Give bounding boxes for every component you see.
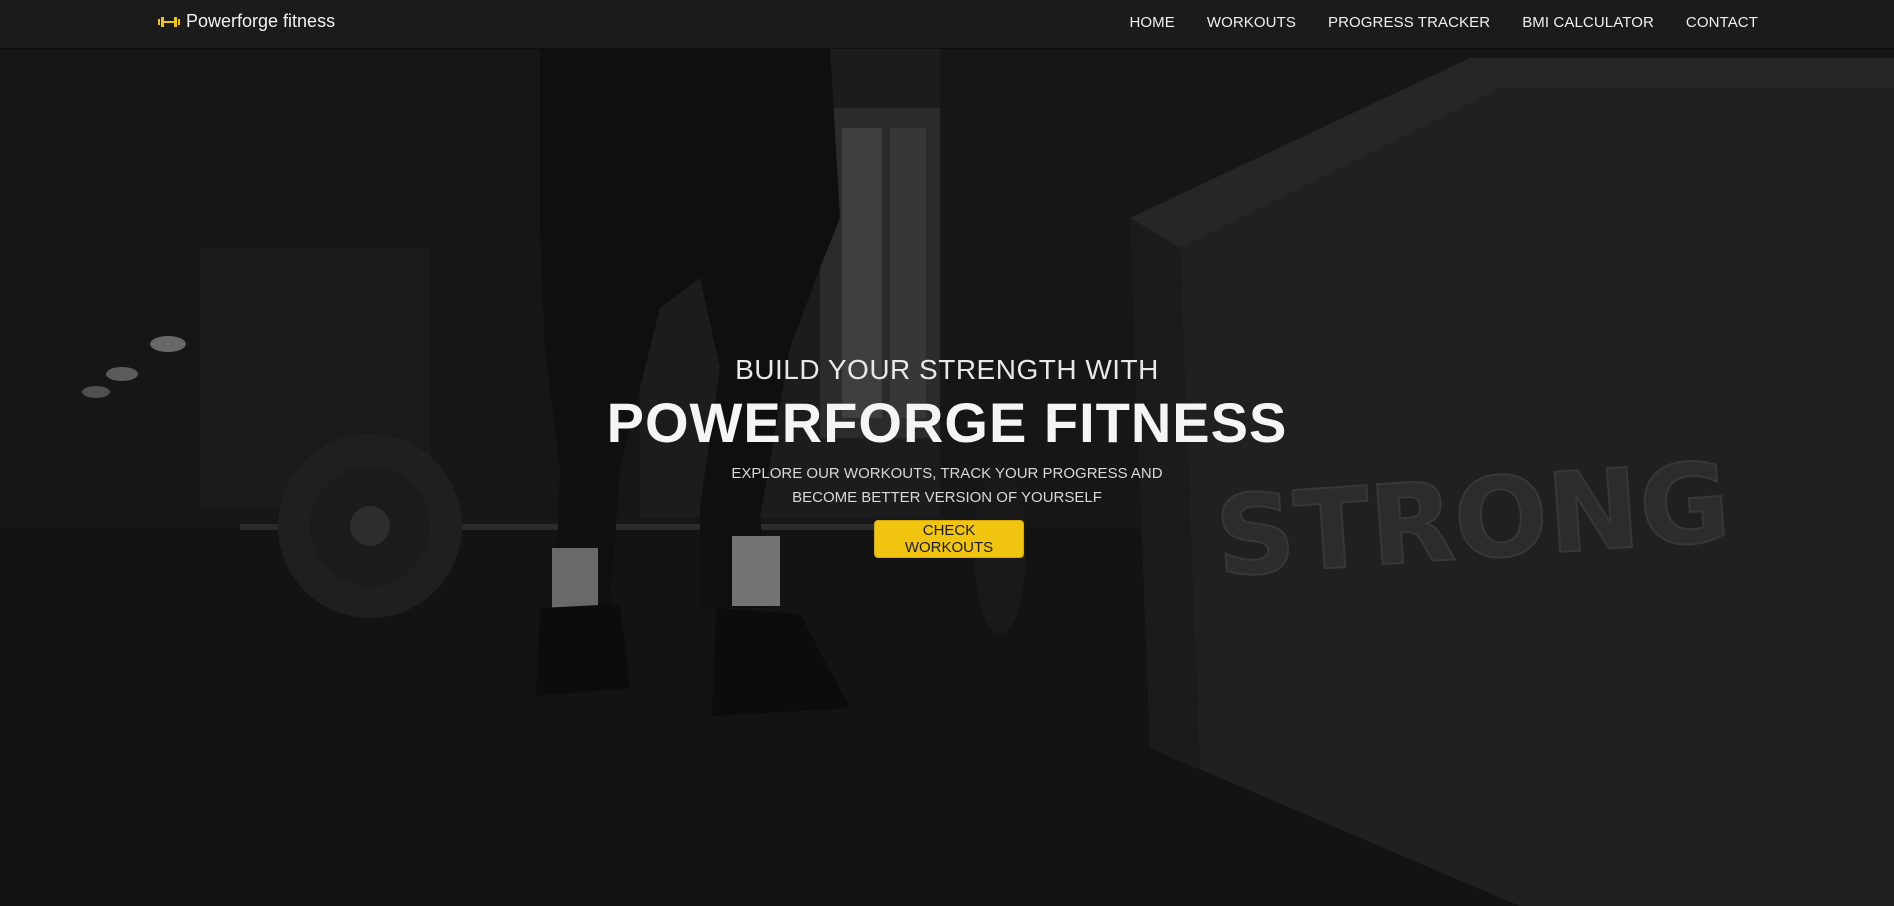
brand-name: Powerforge fitness — [186, 11, 336, 31]
nav-link-home[interactable]: HOME — [1129, 14, 1174, 31]
nav-menu: HOME WORKOUTS PROGRESS TRACKER BMI CALCU… — [1129, 0, 1758, 46]
hero-eyebrow: BUILD YOUR STRENGTH WITH — [735, 354, 1159, 385]
dumbbell-icon — [158, 16, 180, 27]
hero-section: STRONG BUILD YOUR STRENGTH WITH POWERFOR… — [0, 48, 1894, 906]
nav-item-workouts: WORKOUTS — [1207, 14, 1296, 32]
check-workouts-button[interactable]: CHECK WORKOUTS — [874, 520, 1024, 558]
hero-title: POWERFORGE FITNESS — [606, 391, 1288, 454]
brand-link[interactable]: Powerforge fitness — [158, 11, 335, 32]
nav-link-bmi-calculator[interactable]: BMI CALCULATOR — [1522, 14, 1654, 31]
nav-link-contact[interactable]: CONTACT — [1686, 14, 1758, 31]
nav-item-contact: CONTACT — [1686, 14, 1758, 32]
nav-item-bmi-calculator: BMI CALCULATOR — [1522, 14, 1654, 32]
nav-item-progress-tracker: PROGRESS TRACKER — [1328, 14, 1490, 32]
hero-subtitle: EXPLORE OUR WORKOUTS, TRACK YOUR PROGRES… — [731, 465, 1163, 506]
nav-link-workouts[interactable]: WORKOUTS — [1207, 14, 1296, 31]
nav-link-progress-tracker[interactable]: PROGRESS TRACKER — [1328, 14, 1490, 31]
hero-content: BUILD YOUR STRENGTH WITH POWERFORGE FITN… — [0, 48, 1894, 906]
top-navbar: Powerforge fitness HOME WORKOUTS PROGRES… — [0, 0, 1894, 49]
nav-item-home: HOME — [1129, 14, 1174, 32]
